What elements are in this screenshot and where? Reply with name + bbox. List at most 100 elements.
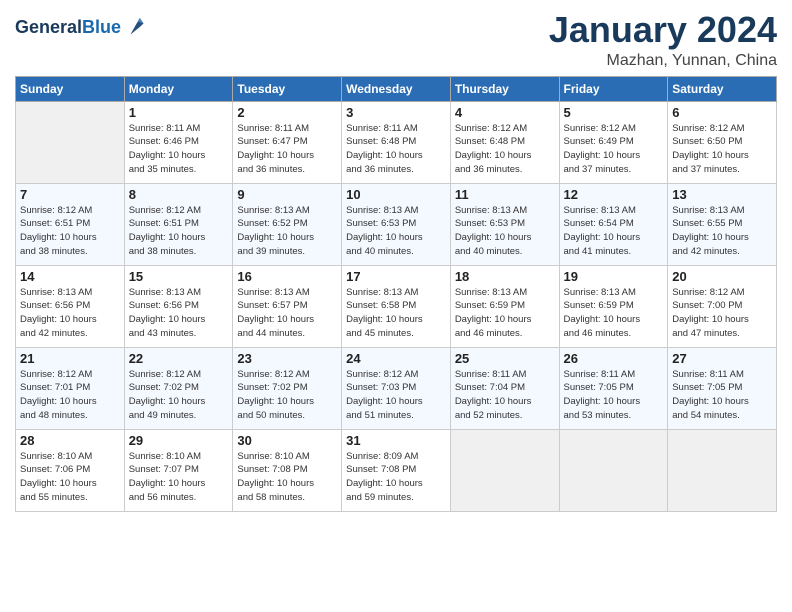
day-number: 20 xyxy=(672,269,772,284)
day-cell: 26 Sunrise: 8:11 AMSunset: 7:05 PMDayligh… xyxy=(559,347,668,429)
day-number: 27 xyxy=(672,351,772,366)
day-cell: 10 Sunrise: 8:13 AMSunset: 6:53 PMDayligh… xyxy=(342,183,451,265)
day-cell xyxy=(559,429,668,511)
week-row-3: 14Sunrise: 8:13 AMSunset: 6:56 PMDayligh… xyxy=(16,265,777,347)
day-cell: 28Sunrise: 8:10 AMSunset: 7:06 PMDayligh… xyxy=(16,429,125,511)
day-number: 23 xyxy=(237,351,337,366)
day-cell: 18Sunrise: 8:13 AMSunset: 6:59 PMDayligh… xyxy=(450,265,559,347)
logo-icon xyxy=(123,14,151,42)
day-number: 31 xyxy=(346,433,446,448)
day-info: Sunrise: 8:13 AMSunset: 6:53 PMDaylight:… xyxy=(455,204,555,259)
day-number: 26 xyxy=(564,351,664,366)
day-info: Sunrise: 8:11 AMSunset: 7:05 PMDaylight:… xyxy=(672,368,772,423)
day-info: Sunrise: 8:12 AMSunset: 7:02 PMDaylight:… xyxy=(129,368,229,423)
day-number: 9 xyxy=(237,187,337,202)
col-monday: Monday xyxy=(124,76,233,101)
day-info: Sunrise: 8:13 AMSunset: 6:57 PMDaylight:… xyxy=(237,286,337,341)
day-info: Sunrise: 8:12 AMSunset: 7:02 PMDaylight:… xyxy=(237,368,337,423)
day-number: 3 xyxy=(346,105,446,120)
day-cell: 9 Sunrise: 8:13 AMSunset: 6:52 PMDaylight… xyxy=(233,183,342,265)
day-info: Sunrise: 8:13 AMSunset: 6:59 PMDaylight:… xyxy=(564,286,664,341)
day-number: 25 xyxy=(455,351,555,366)
day-cell: 3 Sunrise: 8:11 AMSunset: 6:48 PMDaylight… xyxy=(342,101,451,183)
day-info: Sunrise: 8:10 AMSunset: 7:07 PMDaylight:… xyxy=(129,450,229,505)
day-info: Sunrise: 8:11 AMSunset: 6:48 PMDaylight:… xyxy=(346,122,446,177)
day-cell: 5Sunrise: 8:12 AMSunset: 6:49 PMDaylight… xyxy=(559,101,668,183)
calendar-table: Sunday Monday Tuesday Wednesday Thursday… xyxy=(15,76,777,512)
day-info: Sunrise: 8:12 AMSunset: 7:01 PMDaylight:… xyxy=(20,368,120,423)
day-info: Sunrise: 8:13 AMSunset: 6:52 PMDaylight:… xyxy=(237,204,337,259)
day-cell: 30 Sunrise: 8:10 AMSunset: 7:08 PMDayligh… xyxy=(233,429,342,511)
day-cell: 19Sunrise: 8:13 AMSunset: 6:59 PMDayligh… xyxy=(559,265,668,347)
day-number: 16 xyxy=(237,269,337,284)
day-number: 13 xyxy=(672,187,772,202)
day-info: Sunrise: 8:12 AMSunset: 7:00 PMDaylight:… xyxy=(672,286,772,341)
day-info: Sunrise: 8:10 AMSunset: 7:08 PMDaylight:… xyxy=(237,450,337,505)
month-title: January 2024 xyxy=(549,10,777,50)
col-tuesday: Tuesday xyxy=(233,76,342,101)
day-number: 8 xyxy=(129,187,229,202)
day-cell: 13 Sunrise: 8:13 AMSunset: 6:55 PMDayligh… xyxy=(668,183,777,265)
day-cell: 2Sunrise: 8:11 AMSunset: 6:47 PMDaylight… xyxy=(233,101,342,183)
col-sunday: Sunday xyxy=(16,76,125,101)
logo: GeneralBlue xyxy=(15,14,151,42)
day-info: Sunrise: 8:10 AMSunset: 7:06 PMDaylight:… xyxy=(20,450,120,505)
day-cell: 24 Sunrise: 8:12 AMSunset: 7:03 PMDayligh… xyxy=(342,347,451,429)
day-cell: 6Sunrise: 8:12 AMSunset: 6:50 PMDaylight… xyxy=(668,101,777,183)
day-cell: 29 Sunrise: 8:10 AMSunset: 7:07 PMDayligh… xyxy=(124,429,233,511)
day-cell: 12 Sunrise: 8:13 AMSunset: 6:54 PMDayligh… xyxy=(559,183,668,265)
col-saturday: Saturday xyxy=(668,76,777,101)
day-cell: 16 Sunrise: 8:13 AMSunset: 6:57 PMDayligh… xyxy=(233,265,342,347)
day-info: Sunrise: 8:11 AMSunset: 7:05 PMDaylight:… xyxy=(564,368,664,423)
day-number: 30 xyxy=(237,433,337,448)
day-cell: 23 Sunrise: 8:12 AMSunset: 7:02 PMDayligh… xyxy=(233,347,342,429)
day-cell: 17 Sunrise: 8:13 AMSunset: 6:58 PMDayligh… xyxy=(342,265,451,347)
day-cell: 8Sunrise: 8:12 AMSunset: 6:51 PMDaylight… xyxy=(124,183,233,265)
col-friday: Friday xyxy=(559,76,668,101)
week-row-2: 7 Sunrise: 8:12 AMSunset: 6:51 PMDaylight… xyxy=(16,183,777,265)
day-number: 22 xyxy=(129,351,229,366)
main-container: GeneralBlue January 2024 Mazhan, Yunnan,… xyxy=(0,0,792,522)
day-cell: 1 Sunrise: 8:11 AMSunset: 6:46 PMDaylight… xyxy=(124,101,233,183)
day-number: 1 xyxy=(129,105,229,120)
day-number: 4 xyxy=(455,105,555,120)
day-info: Sunrise: 8:13 AMSunset: 6:53 PMDaylight:… xyxy=(346,204,446,259)
day-cell: 31 Sunrise: 8:09 AMSunset: 7:08 PMDayligh… xyxy=(342,429,451,511)
day-number: 29 xyxy=(129,433,229,448)
day-number: 6 xyxy=(672,105,772,120)
day-cell: 27 Sunrise: 8:11 AMSunset: 7:05 PMDayligh… xyxy=(668,347,777,429)
day-cell xyxy=(668,429,777,511)
day-cell: 20 Sunrise: 8:12 AMSunset: 7:00 PMDayligh… xyxy=(668,265,777,347)
day-info: Sunrise: 8:13 AMSunset: 6:58 PMDaylight:… xyxy=(346,286,446,341)
day-info: Sunrise: 8:13 AMSunset: 6:59 PMDaylight:… xyxy=(455,286,555,341)
day-cell: 11Sunrise: 8:13 AMSunset: 6:53 PMDayligh… xyxy=(450,183,559,265)
location-title: Mazhan, Yunnan, China xyxy=(549,52,777,70)
day-number: 17 xyxy=(346,269,446,284)
week-row-1: 1 Sunrise: 8:11 AMSunset: 6:46 PMDaylight… xyxy=(16,101,777,183)
day-number: 7 xyxy=(20,187,120,202)
day-cell: 14Sunrise: 8:13 AMSunset: 6:56 PMDayligh… xyxy=(16,265,125,347)
day-info: Sunrise: 8:09 AMSunset: 7:08 PMDaylight:… xyxy=(346,450,446,505)
day-cell: 15 Sunrise: 8:13 AMSunset: 6:56 PMDayligh… xyxy=(124,265,233,347)
day-info: Sunrise: 8:13 AMSunset: 6:56 PMDaylight:… xyxy=(20,286,120,341)
day-info: Sunrise: 8:12 AMSunset: 7:03 PMDaylight:… xyxy=(346,368,446,423)
logo-text: GeneralBlue xyxy=(15,18,121,38)
day-info: Sunrise: 8:13 AMSunset: 6:55 PMDaylight:… xyxy=(672,204,772,259)
day-cell: 4 Sunrise: 8:12 AMSunset: 6:48 PMDaylight… xyxy=(450,101,559,183)
day-info: Sunrise: 8:11 AMSunset: 7:04 PMDaylight:… xyxy=(455,368,555,423)
day-info: Sunrise: 8:13 AMSunset: 6:56 PMDaylight:… xyxy=(129,286,229,341)
day-number: 2 xyxy=(237,105,337,120)
day-number: 24 xyxy=(346,351,446,366)
day-info: Sunrise: 8:12 AMSunset: 6:48 PMDaylight:… xyxy=(455,122,555,177)
day-info: Sunrise: 8:13 AMSunset: 6:54 PMDaylight:… xyxy=(564,204,664,259)
header: GeneralBlue January 2024 Mazhan, Yunnan,… xyxy=(15,10,777,70)
col-wednesday: Wednesday xyxy=(342,76,451,101)
week-row-4: 21Sunrise: 8:12 AMSunset: 7:01 PMDayligh… xyxy=(16,347,777,429)
day-number: 12 xyxy=(564,187,664,202)
day-cell: 25 Sunrise: 8:11 AMSunset: 7:04 PMDayligh… xyxy=(450,347,559,429)
day-info: Sunrise: 8:11 AMSunset: 6:46 PMDaylight:… xyxy=(129,122,229,177)
day-number: 15 xyxy=(129,269,229,284)
day-info: Sunrise: 8:12 AMSunset: 6:51 PMDaylight:… xyxy=(20,204,120,259)
day-number: 10 xyxy=(346,187,446,202)
title-block: January 2024 Mazhan, Yunnan, China xyxy=(549,10,777,70)
